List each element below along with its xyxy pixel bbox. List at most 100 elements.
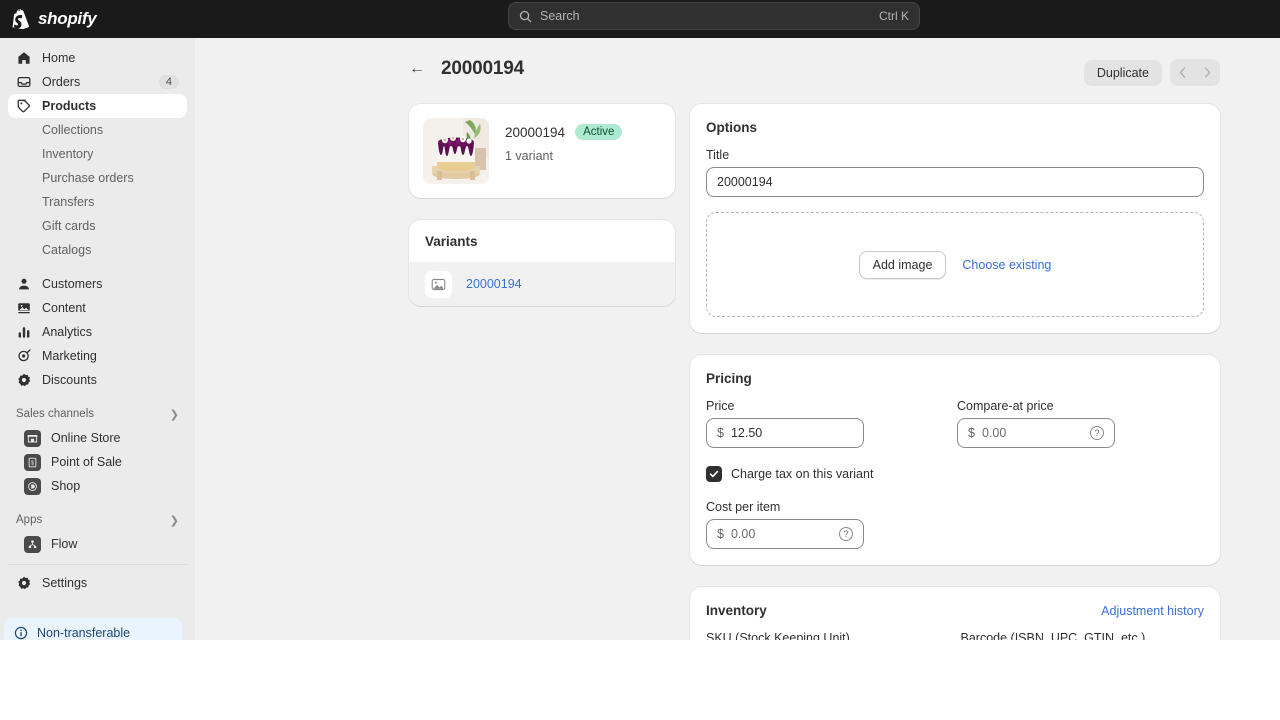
sidebar-label-customers: Customers	[42, 277, 103, 291]
product-thumbnail[interactable]	[423, 118, 489, 184]
variant-row[interactable]: 20000194	[409, 262, 675, 306]
cost-per-item-label: Cost per item	[706, 500, 781, 514]
price-value: 12.50	[730, 426, 763, 440]
variant-count-label: 1 variant	[505, 149, 553, 163]
compare-at-currency-symbol: $	[968, 426, 975, 440]
sidebar-label-settings: Settings	[42, 576, 88, 590]
choose-existing-link[interactable]: Choose existing	[962, 258, 1051, 272]
variants-card: Variants 20000194	[409, 220, 675, 306]
charge-tax-checkbox[interactable]	[706, 466, 722, 482]
page-header: ← 20000194	[409, 58, 524, 80]
sidebar-item-collections[interactable]: Collections	[8, 118, 187, 142]
search-icon	[519, 10, 532, 23]
pricing-card-title: Pricing	[706, 371, 752, 386]
barcode-field-group: Barcode (ISBN, UPC, GTIN, etc.)	[961, 631, 1205, 640]
sidebar-item-online-store[interactable]: Online Store	[8, 426, 187, 450]
options-card-title: Options	[706, 120, 757, 135]
left-column: 20000194 Active 1 variant Variants 20000…	[409, 104, 675, 306]
sidebar-item-transfers[interactable]: Transfers	[8, 190, 187, 214]
sidebar-label-online-store: Online Store	[51, 431, 121, 445]
barcode-label: Barcode (ISBN, UPC, GTIN, etc.)	[960, 631, 1146, 640]
sidebar-item-shop[interactable]: Shop	[8, 474, 187, 498]
sidebar-item-discounts[interactable]: Discounts	[8, 368, 187, 392]
price-field-group: Price $ 12.50	[706, 399, 864, 448]
price-label: Price	[706, 399, 735, 413]
sidebar-label-flow: Flow	[51, 537, 78, 551]
analytics-bars-icon	[16, 324, 32, 340]
shopify-logo[interactable]: shopify	[11, 8, 97, 30]
title-field-label: Title	[706, 148, 730, 162]
top-bar: shopify Search Ctrl K	[0, 0, 1280, 38]
sidebar-navigation: Home Orders 4 Products Collections Inven…	[0, 38, 195, 640]
sidebar-group-apps[interactable]: Apps ❯	[8, 508, 187, 532]
sidebar-label-products: Products	[42, 99, 97, 113]
back-arrow-icon[interactable]: ←	[409, 61, 425, 77]
cost-per-item-input[interactable]: $ 0.00 ?	[706, 519, 864, 549]
pricing-card: Pricing Price $ 12.50 Compare-at price $	[690, 355, 1220, 565]
media-dropzone[interactable]: Add image Choose existing	[706, 212, 1204, 317]
sidebar-item-flow[interactable]: Flow	[8, 532, 187, 556]
question-circle-icon[interactable]: ?	[1090, 426, 1104, 440]
previous-product-button[interactable]	[1170, 59, 1195, 86]
cake-product-photo	[423, 118, 489, 184]
options-card: Options Title 20000194 Add image Choose …	[690, 104, 1220, 333]
option-title-input[interactable]: 20000194	[706, 167, 1204, 197]
non-transferable-notice[interactable]: Non-transferable	[4, 618, 182, 640]
chevron-right-icon[interactable]: ❯	[170, 408, 179, 421]
online-store-icon	[24, 429, 41, 447]
sidebar-item-point-of-sale[interactable]: $ Point of Sale	[8, 450, 187, 474]
shopify-admin-window: shopify Search Ctrl K Home Orders 4 Prod…	[0, 0, 1280, 640]
cost-value: 0.00	[730, 527, 756, 541]
sidebar-item-marketing[interactable]: Marketing	[8, 344, 187, 368]
variant-link[interactable]: 20000194	[466, 277, 522, 291]
sidebar-divider	[8, 564, 187, 565]
sidebar-item-purchase-orders[interactable]: Purchase orders	[8, 166, 187, 190]
sidebar-item-catalogs[interactable]: Catalogs	[8, 238, 187, 262]
chevron-right-icon-apps[interactable]: ❯	[170, 514, 179, 527]
sidebar-item-inventory[interactable]: Inventory	[8, 142, 187, 166]
sidebar-item-home[interactable]: Home	[8, 46, 187, 70]
compare-at-label: Compare-at price	[957, 399, 1054, 413]
sidebar-item-analytics[interactable]: Analytics	[8, 320, 187, 344]
sku-label: SKU (Stock Keeping Unit)	[706, 631, 850, 640]
info-circle-icon	[13, 625, 29, 640]
sidebar-label-discounts: Discounts	[42, 373, 97, 387]
price-input[interactable]: $ 12.50	[706, 418, 864, 448]
status-badge: Active	[575, 124, 623, 140]
price-fields-row: Price $ 12.50 Compare-at price $ 0.00 ?	[706, 399, 1204, 448]
sidebar-label-gift-cards: Gift cards	[42, 219, 96, 233]
inventory-card-title: Inventory	[706, 603, 767, 618]
right-column: Options Title 20000194 Add image Choose …	[690, 104, 1220, 640]
compare-at-value: 0.00	[981, 426, 1007, 440]
sidebar-item-orders[interactable]: Orders 4	[8, 70, 187, 94]
sidebar-label-analytics: Analytics	[42, 325, 93, 339]
marketing-target-icon	[16, 348, 32, 364]
sidebar-group-sales-channels[interactable]: Sales channels ❯	[8, 402, 187, 426]
sidebar-item-customers[interactable]: Customers	[8, 272, 187, 296]
add-image-button[interactable]: Add image	[858, 250, 947, 279]
duplicate-button[interactable]: Duplicate	[1083, 59, 1162, 86]
product-summary-card: 20000194 Active 1 variant	[409, 104, 675, 198]
settings-gear-icon	[16, 575, 32, 591]
sidebar-label-content: Content	[42, 301, 86, 315]
charge-tax-row: Charge tax on this variant	[706, 466, 1204, 482]
adjustment-history-link[interactable]: Adjustment history	[1101, 604, 1204, 618]
notice-label: Non-transferable	[37, 626, 131, 640]
sidebar-item-products[interactable]: Products	[8, 94, 187, 118]
search-input[interactable]: Search	[540, 9, 871, 23]
sales-channels-label: Sales channels	[16, 408, 94, 420]
compare-at-input[interactable]: $ 0.00 ?	[957, 418, 1115, 448]
product-title-row: 20000194 Active	[505, 124, 623, 140]
charge-tax-label: Charge tax on this variant	[731, 467, 874, 481]
sidebar-item-settings[interactable]: Settings	[8, 571, 187, 595]
sidebar-item-content[interactable]: Content	[8, 296, 187, 320]
pagination-control	[1170, 59, 1220, 86]
inventory-card-header: Inventory Adjustment history	[706, 603, 1204, 618]
orders-count-badge: 4	[158, 75, 179, 89]
global-search-bar[interactable]: Search Ctrl K	[508, 2, 920, 30]
next-product-button[interactable]	[1195, 59, 1220, 86]
sidebar-item-gift-cards[interactable]: Gift cards	[8, 214, 187, 238]
sidebar-label-shop: Shop	[51, 479, 81, 493]
sidebar-label-home: Home	[42, 51, 76, 65]
question-circle-icon-cost[interactable]: ?	[839, 527, 853, 541]
